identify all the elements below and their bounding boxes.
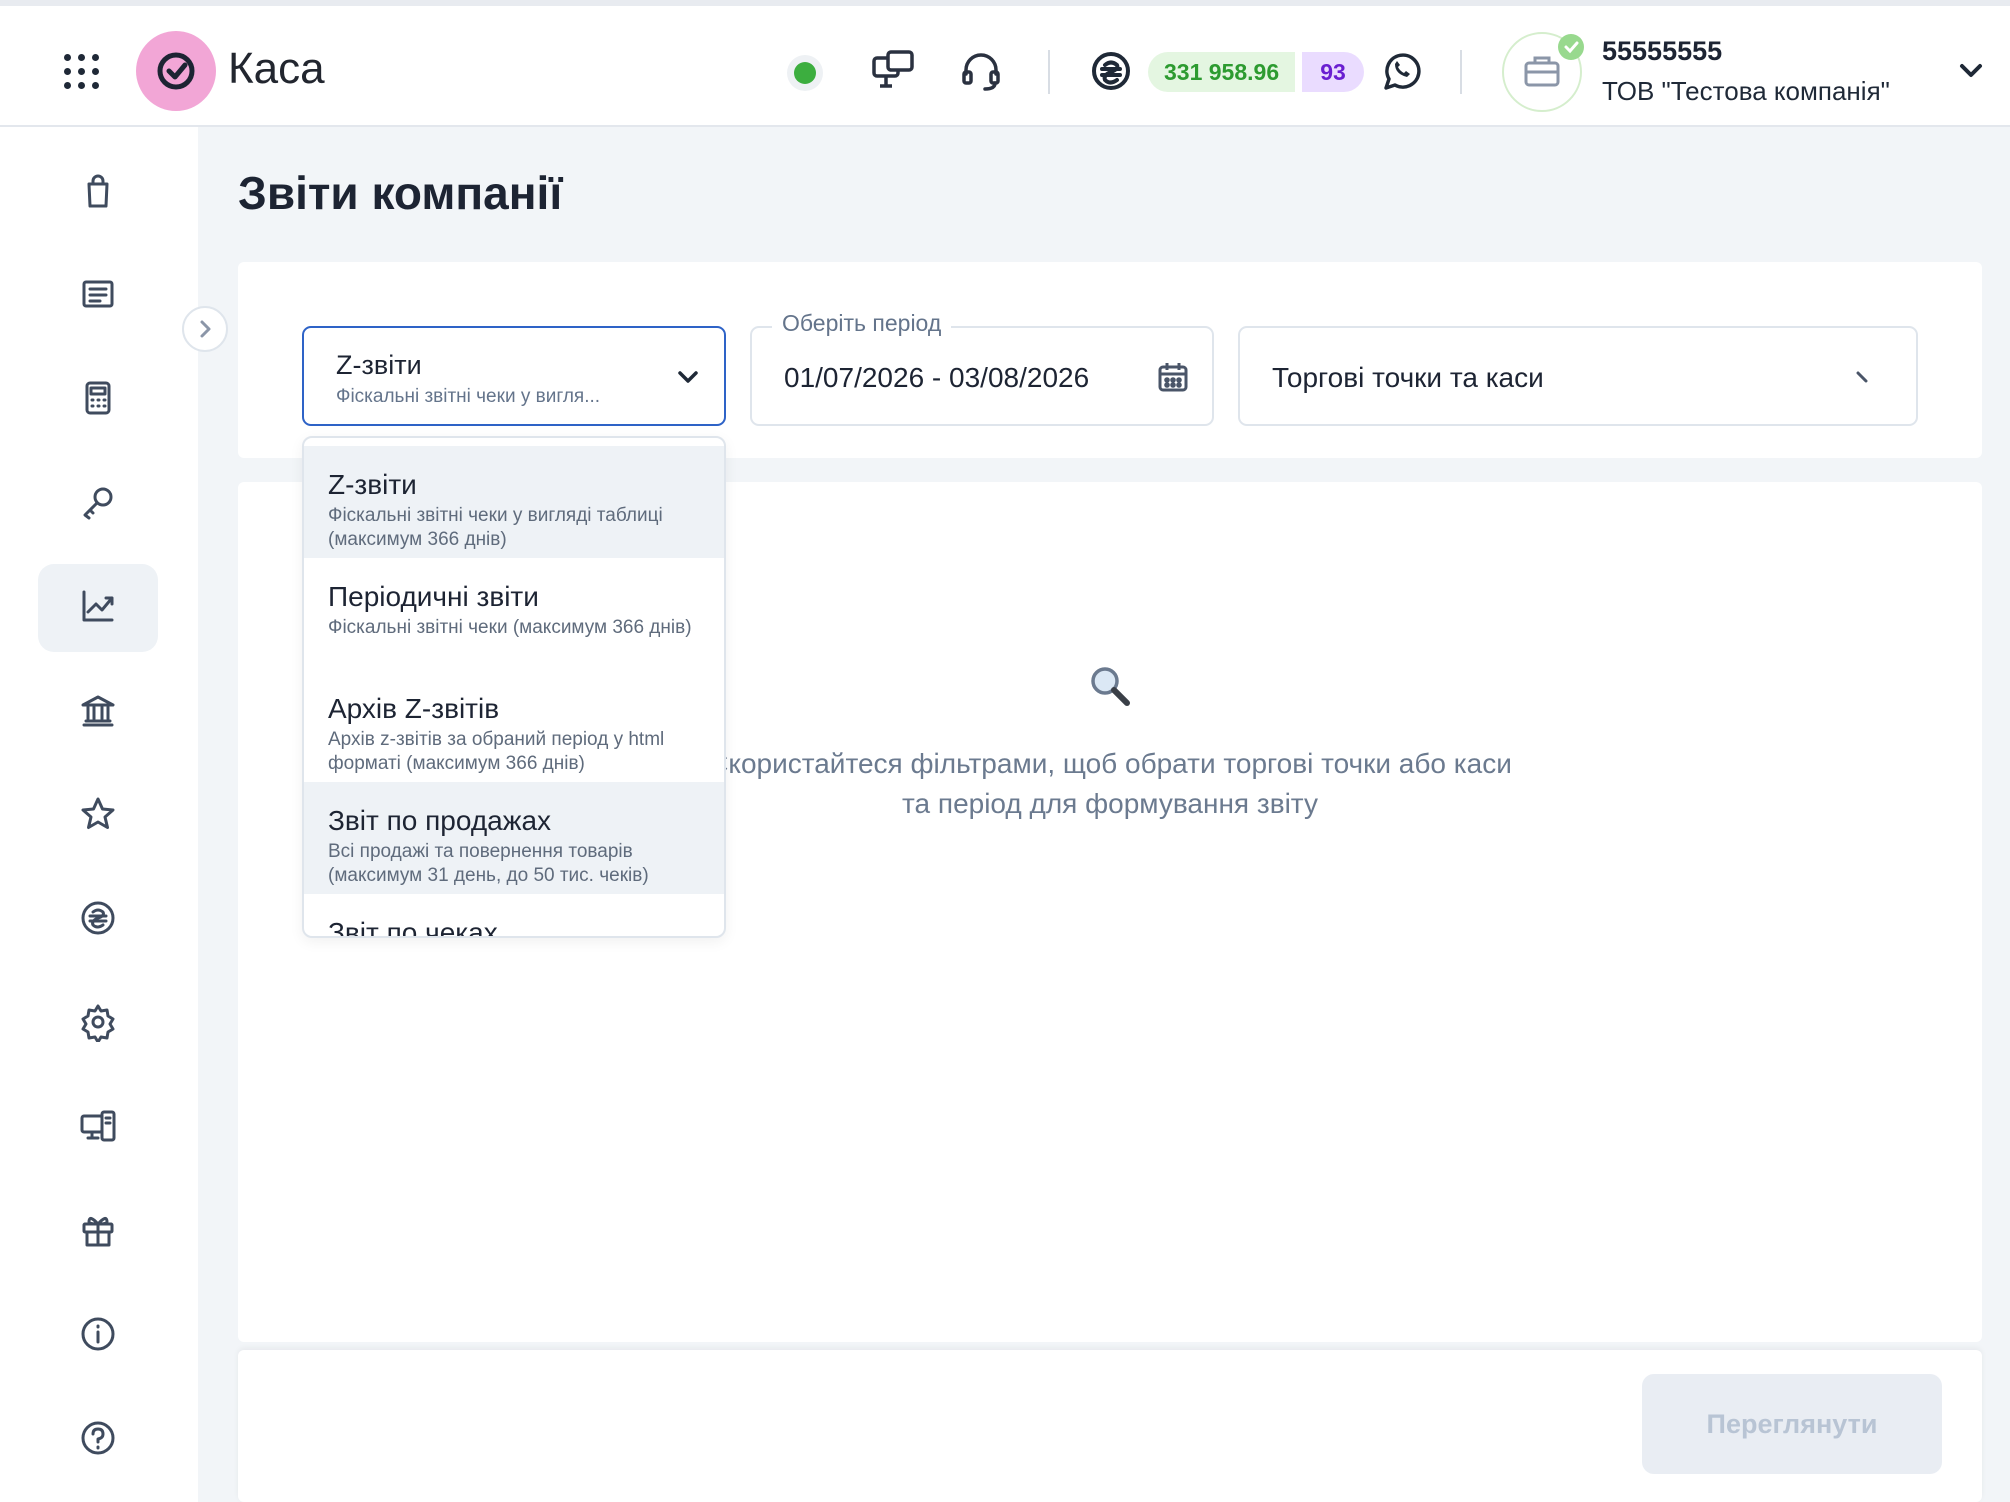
shopping-bag-icon (78, 170, 118, 215)
sidebar-item-settings[interactable] (38, 980, 158, 1068)
bank-icon (78, 690, 118, 735)
feedback-icon[interactable] (870, 48, 916, 94)
dropdown-option-periodic-reports[interactable]: Періодичні звіти Фіскальні звітні чеки (… (304, 558, 724, 670)
hryvnia-icon (1088, 48, 1134, 94)
sidebar-item-star[interactable] (38, 772, 158, 860)
period-label: Оберіть період (772, 310, 952, 337)
divider (1048, 50, 1050, 94)
chevron-down-icon (1854, 368, 1878, 386)
dropdown-option-sales-report[interactable]: Звіт по продажах Всі продажі та повернен… (304, 782, 724, 894)
sidebar-item-bank[interactable] (38, 668, 158, 756)
chevron-down-icon (676, 368, 700, 386)
option-title: Архів Z-звітів (328, 693, 500, 724)
sidebar-item-devices[interactable] (38, 1084, 158, 1172)
option-title: Періодичні звіти (328, 581, 539, 612)
period-value: 01/07/2026 - 03/08/2026 (784, 362, 1090, 393)
top-bar: Каса 331 958.96 93 55555555 ТОВ "Тестова… (0, 0, 2010, 127)
devices-icon (78, 1106, 118, 1151)
dropdown-option-z-reports[interactable]: Z-звіти Фіскальні звітні чеки у вигляді … (304, 446, 724, 558)
chart-icon (78, 586, 118, 631)
period-picker[interactable]: 01/07/2026 - 03/08/2026 (750, 326, 1214, 426)
sidebar-item-chart[interactable] (38, 564, 158, 652)
sidebar-item-info[interactable] (38, 1292, 158, 1380)
option-description: Всі продажі та повернення товарів (макси… (328, 841, 649, 886)
option-description: Фіскальні звітні чеки у вигляді таблиці … (328, 505, 663, 550)
verified-check-icon (1558, 34, 1584, 60)
company-name: ТОВ "Тестова компанія" (1602, 76, 1890, 106)
option-description: Архів z-звітів за обраний період у html … (328, 729, 665, 774)
option-title: Звіт по чеках (328, 917, 498, 938)
sidebar (0, 127, 198, 1502)
gift-icon (78, 1210, 118, 1255)
view-button[interactable]: Переглянути (1642, 1374, 1942, 1474)
count-badge: 93 (1302, 52, 1364, 92)
app-name: Каса (228, 44, 325, 93)
option-title: Z-звіти (328, 469, 417, 500)
report-type-select[interactable]: Z-звіти Фіскальні звітні чеки у вигля... (302, 326, 726, 426)
chevron-down-icon[interactable] (1956, 60, 1986, 80)
support-headset-icon[interactable] (958, 48, 1004, 94)
sidebar-expand-button[interactable] (182, 306, 228, 352)
company-id: 55555555 (1602, 36, 1723, 66)
sidebar-item-key[interactable] (38, 460, 158, 548)
sidebar-item-gift[interactable] (38, 1188, 158, 1276)
option-description: Фіскальні звітні чеки (максимум 366 днів… (328, 617, 692, 638)
sidebar-item-shopping-bag[interactable] (38, 148, 158, 236)
calendar-icon[interactable] (1156, 360, 1190, 394)
settings-icon (78, 1002, 118, 1047)
key-icon (78, 482, 118, 527)
hryvnia-icon (78, 898, 118, 943)
sidebar-item-hryvnia[interactable] (38, 876, 158, 964)
chevron-right-icon (200, 320, 211, 338)
apps-grid-icon[interactable] (60, 50, 104, 94)
sidebar-item-calculator[interactable] (38, 356, 158, 444)
points-and-registers-select[interactable]: Торгові точки та каси (1238, 326, 1918, 426)
magnifier-icon (1088, 664, 1132, 708)
online-status-icon (794, 62, 816, 84)
whatsapp-icon[interactable] (1378, 48, 1424, 94)
sidebar-item-help[interactable] (38, 1396, 158, 1484)
report-type-title: Z-звіти (336, 350, 422, 380)
report-type-subtitle: Фіскальні звітні чеки у вигля... (336, 386, 601, 407)
dropdown-option-receipts-report[interactable]: Звіт по чеках (304, 894, 724, 938)
star-icon (78, 794, 118, 839)
info-icon (78, 1314, 118, 1359)
dropdown-option-z-reports-archive[interactable]: Архів Z-звітів Архів z-звітів за обраний… (304, 670, 724, 782)
report-type-dropdown: Z-звіти Фіскальні звітні чеки у вигляді … (302, 436, 726, 938)
calculator-icon (78, 378, 118, 423)
sidebar-item-receipt[interactable] (38, 252, 158, 340)
empty-state-text: Скористайтеся фільтрами, щоб обрати торг… (708, 748, 1512, 819)
balance-badge: 331 958.96 (1148, 52, 1296, 92)
option-title: Звіт по продажах (328, 805, 552, 836)
page-title: Звіти компанії (238, 167, 563, 219)
receipt-icon (78, 274, 118, 319)
points-value: Торгові точки та каси (1272, 362, 1544, 393)
help-icon (78, 1418, 118, 1463)
divider (1460, 50, 1462, 94)
logo-icon[interactable] (136, 31, 216, 111)
